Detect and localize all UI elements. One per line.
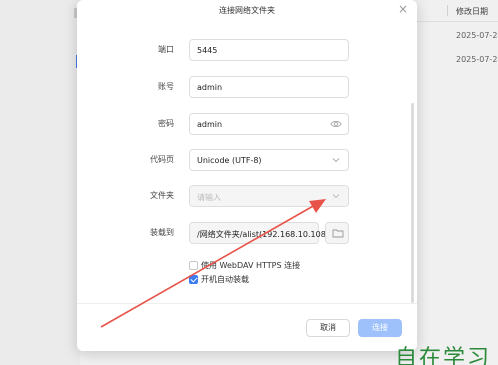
annotation-arrow bbox=[100, 199, 326, 328]
watermark-text: 自在学习 bbox=[395, 346, 492, 365]
